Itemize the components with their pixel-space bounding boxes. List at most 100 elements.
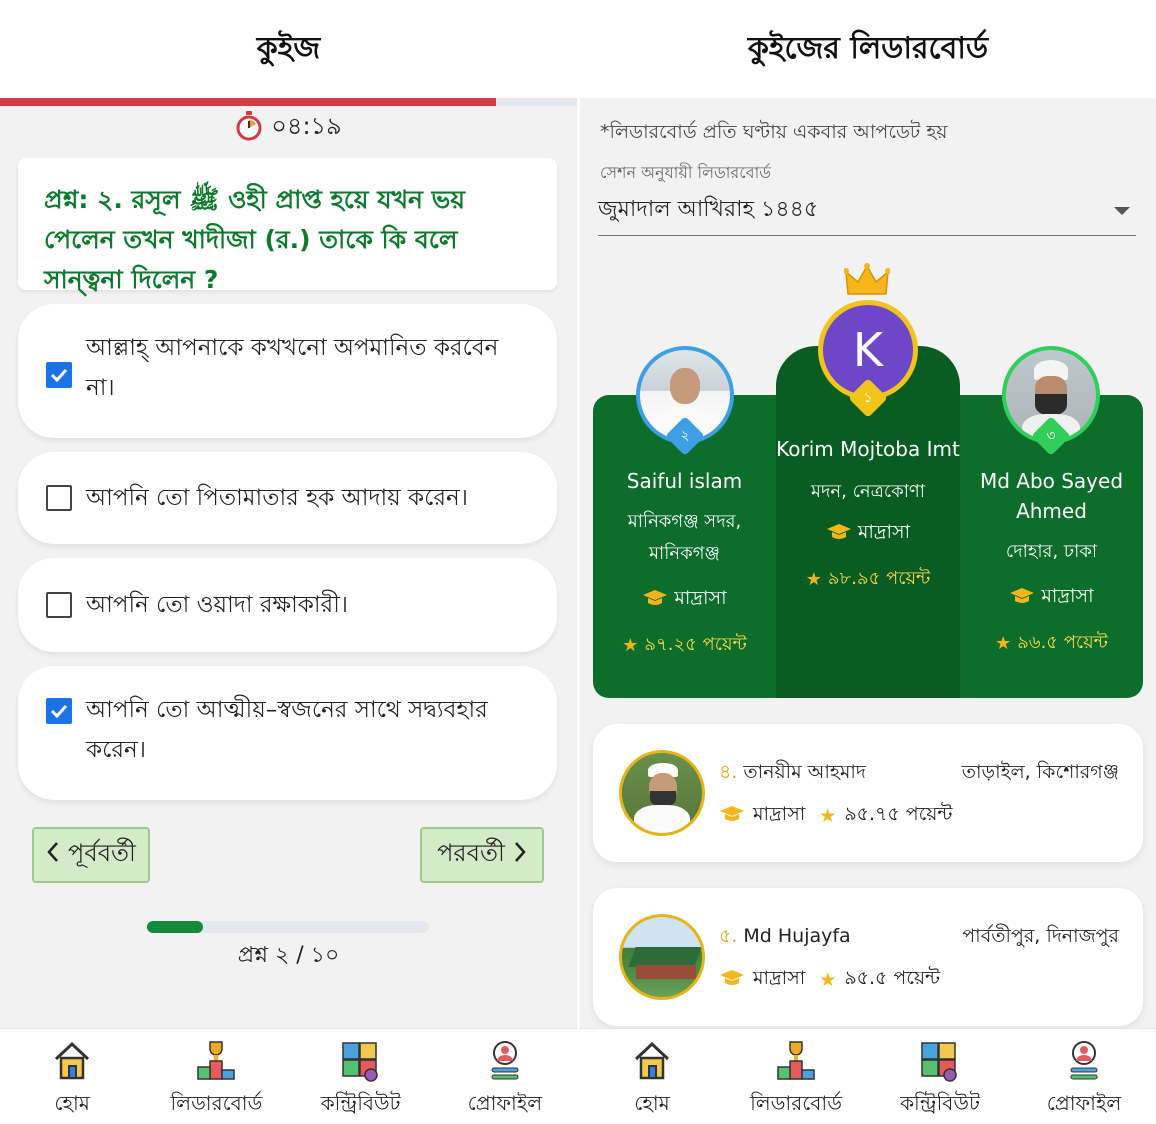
quiz-app-bar: কুইজ — [0, 0, 577, 98]
first-place-institution: মাদ্রাসা — [776, 518, 960, 550]
option-3-text: আপনি তো ওয়াদা রক্ষাকারী। — [86, 592, 349, 618]
leaderboard-row[interactable]: ৫. Md Hujayfa পার্বতীপুর, দিনাজপুর মাদ্রা… — [593, 888, 1143, 1026]
option-4-text: আপনি তো আত্মীয়–স্বজনের সাথে সদ্ব্যবহার … — [86, 697, 488, 763]
nav-contribute[interactable]: কন্ট্রিবিউট — [868, 1029, 1012, 1124]
crown-icon — [843, 262, 891, 302]
avatar — [619, 914, 705, 1000]
rank-meta: মাদ্রাসা ★ ৯৫.৫ পয়েন্ট — [719, 964, 940, 996]
option-4-checkbox[interactable] — [46, 698, 72, 724]
rank-points: ৯৫.৫ পয়েন্ট — [844, 967, 941, 989]
rank-name: ৪. তানয়ীম আহমাদ — [719, 761, 866, 783]
dropdown-arrow-icon — [1114, 206, 1130, 215]
rank-location: তাড়াইল, কিশোরগঞ্জ — [961, 761, 1119, 783]
graduation-cap-icon — [719, 968, 745, 993]
leaderboard-row[interactable]: ৪. তানয়ীম আহমাদ তাড়াইল, কিশোরগঞ্জ মাদ্র… — [593, 724, 1143, 862]
third-place-name: Md Abo Sayed Ahmed — [979, 469, 1124, 523]
option-1-checkbox[interactable] — [46, 362, 72, 388]
second-place-institution: মাদ্রাসা — [593, 584, 776, 616]
time-progress-bar — [0, 98, 577, 106]
previous-button-label: পূর্ববর্তী — [68, 839, 136, 867]
option-2-text: আপনি তো পিতামাতার হক আদায় করেন। — [86, 485, 468, 511]
timer-text: ০৪:১৯ — [271, 112, 342, 140]
graduation-cap-icon — [719, 804, 745, 829]
session-selected-value: জুমাদাল আখিরাহ ১৪৪৫ — [598, 197, 819, 222]
third-place-institution: মাদ্রাসা — [960, 582, 1143, 614]
star-icon: ★ — [819, 805, 837, 827]
session-dropdown[interactable]: জুমাদাল আখিরাহ ১৪৪৫ — [598, 186, 1136, 236]
trophy-podium-icon — [775, 1039, 817, 1083]
time-progress-fill — [0, 98, 497, 106]
third-rank-badge: ৩ — [1031, 416, 1071, 456]
second-place-name: Saiful islam — [626, 469, 743, 493]
bottom-nav: হোম লিডারবোর্ড কন্ট্রিবিউট প্রোফাইল — [0, 1028, 577, 1124]
rank-meta: মাদ্রাসা ★ ৯৫.৭৫ পয়েন্ট — [719, 800, 952, 832]
option-4[interactable]: আপনি তো আত্মীয়–স্বজনের সাথে সদ্ব্যবহার … — [18, 666, 557, 800]
home-icon — [631, 1039, 673, 1083]
home-icon — [51, 1039, 93, 1083]
first-rank-badge: ১ — [848, 378, 888, 418]
rank-name: ৫. Md Hujayfa — [719, 925, 851, 947]
quiz-timer: ০৪:১৯ — [0, 111, 577, 145]
leaderboard-screen: কুইজের লিডারবোর্ড *লিডারবোর্ড প্রতি ঘণ্ট… — [580, 0, 1156, 1124]
option-1[interactable]: আল্লাহ্ আপনাকে কখখনো অপমানিত করবেন না। — [18, 304, 557, 438]
question-text: প্রশ্ন: ২. রসূল ﷺ ওহী প্রাপ্ত হয়ে যখন ভ… — [44, 185, 466, 294]
nav-leaderboard[interactable]: লিডারবোর্ড — [144, 1029, 288, 1124]
star-icon: ★ — [819, 969, 837, 991]
question-progress-bar — [147, 921, 429, 933]
second-place-location: মানিকগঞ্জ সদর, মানিকগঞ্জ — [627, 511, 742, 564]
session-label: সেশন অনুযায়ী লিডারবোর্ড — [600, 163, 771, 182]
avatar — [619, 750, 705, 836]
star-icon: ★ — [622, 635, 639, 656]
rank-institution: মাদ্রাসা — [753, 967, 806, 989]
leaderboard-app-bar: কুইজের লিডারবোর্ড — [580, 0, 1156, 98]
stopwatch-icon — [235, 111, 263, 145]
graduation-cap-icon — [1009, 586, 1035, 611]
nav-home-label: হোম — [54, 1091, 90, 1115]
next-button[interactable]: পরবর্তী — [420, 827, 544, 883]
next-button-label: পরবর্তী — [437, 839, 505, 867]
nav-contribute-label: কন্ট্রিবিউট — [900, 1091, 980, 1115]
puzzle-contribute-icon — [919, 1039, 961, 1083]
third-place-info: Md Abo Sayed Ahmed দোহার, ঢাকা মাদ্রাসা … — [960, 466, 1143, 659]
option-1-text: আল্লাহ্ আপনাকে কখখনো অপমানিত করবেন না। — [86, 335, 499, 401]
third-place-location: দোহার, ঢাকা — [1005, 541, 1098, 562]
third-place-points: ★ ৯৬.৫ পয়েন্ট — [995, 632, 1108, 654]
chevron-left-icon — [46, 841, 60, 869]
option-3-checkbox[interactable] — [46, 592, 72, 618]
first-place-points: ★ ৯৮.৯৫ পয়েন্ট — [805, 568, 931, 590]
chevron-right-icon — [513, 841, 527, 869]
profile-icon — [484, 1039, 526, 1083]
nav-profile-label: প্রোফাইল — [1046, 1091, 1122, 1115]
first-place-name: Korim Mojtoba Imt — [776, 437, 960, 461]
previous-button[interactable]: পূর্ববর্তী — [32, 827, 150, 883]
rank-institution: মাদ্রাসা — [753, 803, 806, 825]
nav-profile[interactable]: প্রোফাইল — [1012, 1029, 1156, 1124]
nav-profile[interactable]: প্রোফাইল — [433, 1029, 577, 1124]
quiz-screen: কুইজ ০৪:১৯ প্রশ্ন: ২. রসূল ﷺ ওহী প্রাপ্ত… — [0, 0, 577, 1124]
trophy-podium-icon — [195, 1039, 237, 1083]
question-card: প্রশ্ন: ২. রসূল ﷺ ওহী প্রাপ্ত হয়ে যখন ভ… — [18, 158, 557, 294]
nav-leaderboard-label: লিডারবোর্ড — [170, 1091, 263, 1115]
page-title: কুইজের লিডারবোর্ড — [747, 30, 989, 66]
update-note: *লিডারবোর্ড প্রতি ঘণ্টায় একবার আপডেট হয… — [600, 121, 948, 143]
question-progress-fill — [147, 921, 204, 933]
first-place-location: মদন, নেত্রকোণা — [810, 481, 926, 502]
nav-home[interactable]: হোম — [0, 1029, 144, 1124]
option-3[interactable]: আপনি তো ওয়াদা রক্ষাকারী। — [18, 558, 557, 652]
question-counter: প্রশ্ন ২ / ১০ — [237, 943, 340, 968]
nav-contribute[interactable]: কন্ট্রিবিউট — [289, 1029, 433, 1124]
puzzle-contribute-icon — [340, 1039, 382, 1083]
second-place-info: Saiful islam মানিকগঞ্জ সদর, মানিকগঞ্জ মা… — [593, 466, 776, 661]
nav-leaderboard[interactable]: লিডারবোর্ড — [724, 1029, 868, 1124]
nav-leaderboard-label: লিডারবোর্ড — [750, 1091, 842, 1115]
star-icon: ★ — [805, 569, 822, 590]
profile-icon — [1063, 1039, 1105, 1083]
first-place-initial: K — [852, 323, 884, 377]
graduation-cap-icon — [642, 588, 668, 613]
second-rank-badge: ২ — [665, 416, 705, 456]
nav-profile-label: প্রোফাইল — [467, 1091, 543, 1115]
page-title: কুইজ — [256, 30, 321, 66]
option-2[interactable]: আপনি তো পিতামাতার হক আদায় করেন। — [18, 452, 557, 544]
nav-home[interactable]: হোম — [580, 1029, 724, 1124]
option-2-checkbox[interactable] — [46, 485, 72, 511]
